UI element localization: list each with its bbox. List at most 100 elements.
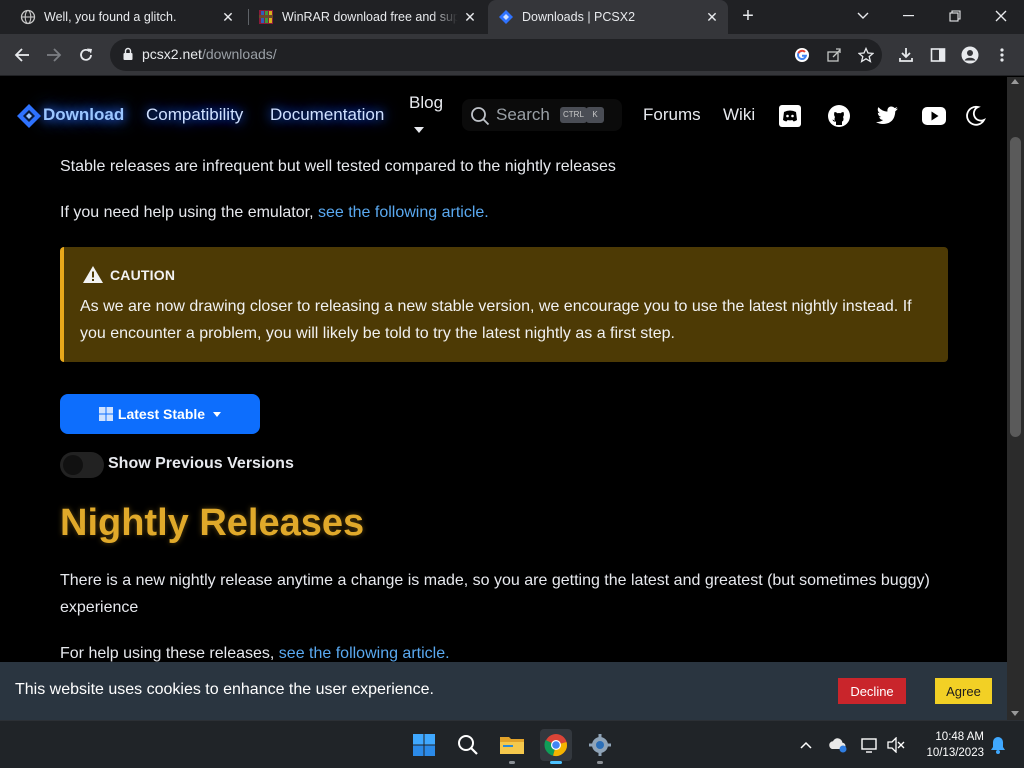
warning-icon xyxy=(82,265,104,287)
caution-body: As we are now drawing closer to releasin… xyxy=(80,298,912,342)
winrar-icon xyxy=(258,9,274,25)
running-indicator xyxy=(550,761,562,764)
show-hidden-icons-chevron-up-icon[interactable] xyxy=(796,735,816,755)
show-previous-versions-label: Show Previous Versions xyxy=(108,455,294,472)
scroll-up-arrow-icon[interactable] xyxy=(1011,79,1019,84)
reload-icon[interactable] xyxy=(74,43,98,67)
nav-documentation[interactable]: Documentation xyxy=(270,105,384,125)
nav-blog[interactable]: Blog xyxy=(409,93,443,113)
nav-wiki[interactable]: Wiki xyxy=(723,105,755,125)
latest-stable-dropdown-button[interactable]: Latest Stable xyxy=(60,394,260,434)
twitter-icon[interactable] xyxy=(874,103,900,129)
youtube-icon[interactable] xyxy=(921,103,947,129)
stable-intro-text: Stable releases are infrequent but well … xyxy=(60,158,616,175)
agree-cookies-button[interactable]: Agree xyxy=(935,678,992,704)
tab-title: Downloads | PCSX2 xyxy=(522,10,636,24)
profile-icon[interactable] xyxy=(958,43,982,67)
nav-forums[interactable]: Forums xyxy=(643,105,701,125)
github-icon[interactable] xyxy=(826,103,852,129)
screen: Well, you found a glitch. ✕ WinRAR downl… xyxy=(0,0,1024,768)
menu-kebab-icon[interactable] xyxy=(990,43,1014,67)
tab-winrar[interactable]: WinRAR download free and supp ✕ xyxy=(250,0,486,34)
system-clock[interactable]: 10:48 AM 10/13/2023 xyxy=(914,729,984,761)
clock-time: 10:48 AM xyxy=(935,731,984,743)
google-lens-icon[interactable] xyxy=(792,45,812,65)
cookie-consent-banner: This website uses cookies to enhance the… xyxy=(0,662,1007,720)
url-path: /downloads/ xyxy=(201,46,277,62)
start-button-windows-icon[interactable] xyxy=(408,729,440,761)
new-tab-button[interactable]: + xyxy=(738,6,758,27)
dark-mode-moon-icon[interactable] xyxy=(962,103,988,129)
nightly-releases-heading: Nightly Releases xyxy=(60,502,365,544)
back-icon[interactable] xyxy=(10,43,34,67)
url-text: pcsx2.net/downloads/ xyxy=(142,46,277,62)
clock-date: 10/13/2023 xyxy=(926,747,984,759)
cookie-message: This website uses cookies to enhance the… xyxy=(15,681,434,698)
bookmark-star-icon[interactable] xyxy=(856,45,876,65)
side-panel-icon[interactable] xyxy=(926,43,950,67)
tab-title: Well, you found a glitch. xyxy=(44,10,177,24)
chrome-icon[interactable] xyxy=(540,729,572,764)
toggle-knob xyxy=(63,455,83,475)
nightly-intro-text: There is a new nightly release anytime a… xyxy=(60,572,930,616)
tab-search-icon[interactable] xyxy=(851,5,875,27)
browser-tab-strip: Well, you found a glitch. ✕ WinRAR downl… xyxy=(0,0,1024,34)
discord-icon[interactable] xyxy=(777,103,803,129)
tab-glitch[interactable]: Well, you found a glitch. ✕ xyxy=(12,0,244,34)
tab-title: WinRAR download free and supp xyxy=(282,10,458,24)
pcsx2-logo-icon[interactable] xyxy=(16,103,42,134)
help-prefix: If you need help using the emulator, xyxy=(60,204,314,221)
scroll-down-arrow-icon[interactable] xyxy=(1011,711,1019,716)
browser-toolbar: pcsx2.net/downloads/ xyxy=(0,34,1024,76)
scrollbar-thumb[interactable] xyxy=(1010,137,1021,437)
caution-callout: CAUTION As we are now drawing closer to … xyxy=(60,247,948,362)
url-domain: pcsx2.net xyxy=(142,46,202,62)
nav-compatibility[interactable]: Compatibility xyxy=(146,105,243,125)
network-display-icon[interactable] xyxy=(860,735,880,755)
latest-stable-label: Latest Stable xyxy=(117,406,206,422)
nightly-help-prefix: For help using these releases, xyxy=(60,645,275,662)
shortcut-key-k: K xyxy=(586,107,604,123)
stable-help-text: If you need help using the emulator, see… xyxy=(60,199,489,226)
running-indicator xyxy=(597,761,603,764)
close-tab-icon[interactable]: ✕ xyxy=(462,9,478,25)
help-article-link[interactable]: see the following article. xyxy=(318,204,489,221)
restore-icon[interactable] xyxy=(943,5,967,27)
page-scrollbar[interactable] xyxy=(1007,77,1024,720)
search-icon xyxy=(470,106,490,131)
site-info-icon[interactable] xyxy=(122,47,134,66)
close-window-icon[interactable] xyxy=(989,5,1013,27)
caution-heading-text: CAUTION xyxy=(110,267,176,283)
web-page: Download Compatibility Documentation Blo… xyxy=(0,77,1007,720)
volume-muted-icon[interactable] xyxy=(886,735,906,755)
search-label: Search xyxy=(496,105,550,124)
close-tab-icon[interactable]: ✕ xyxy=(704,9,720,25)
downloads-icon[interactable] xyxy=(894,43,918,67)
share-icon[interactable] xyxy=(824,45,844,65)
site-navbar: Download Compatibility Documentation Blo… xyxy=(0,77,1007,155)
windows-icon xyxy=(98,407,113,421)
decline-cookies-button[interactable]: Decline xyxy=(838,678,906,704)
nightly-help-article-link[interactable]: see the following article. xyxy=(279,645,450,662)
globe-icon xyxy=(20,9,36,25)
caution-heading: CAUTION xyxy=(82,265,175,287)
tab-downloads-pcsx2[interactable]: Downloads | PCSX2 ✕ xyxy=(488,0,728,34)
address-bar[interactable]: pcsx2.net/downloads/ xyxy=(110,39,882,71)
close-tab-icon[interactable]: ✕ xyxy=(220,9,236,25)
windows-taskbar: 10:48 AM 10/13/2023 xyxy=(0,720,1024,768)
notification-bell-icon[interactable] xyxy=(988,735,1008,755)
chevron-down-icon xyxy=(213,411,222,417)
site-search-button[interactable]: Search CTRL K xyxy=(462,99,622,131)
show-previous-versions-toggle[interactable] xyxy=(60,452,104,478)
pcsx2-favicon xyxy=(498,9,514,25)
blog-dropdown-caret-icon[interactable] xyxy=(414,127,424,133)
taskbar-search-icon[interactable] xyxy=(452,729,484,761)
tab-divider xyxy=(248,9,249,25)
file-explorer-icon[interactable] xyxy=(496,729,528,764)
forward-icon[interactable] xyxy=(42,43,66,67)
minimize-icon[interactable] xyxy=(897,5,921,27)
settings-gear-icon[interactable] xyxy=(584,729,616,764)
shortcut-key-ctrl: CTRL xyxy=(560,107,587,123)
nav-download[interactable]: Download xyxy=(43,105,124,125)
onedrive-icon[interactable] xyxy=(828,735,848,755)
